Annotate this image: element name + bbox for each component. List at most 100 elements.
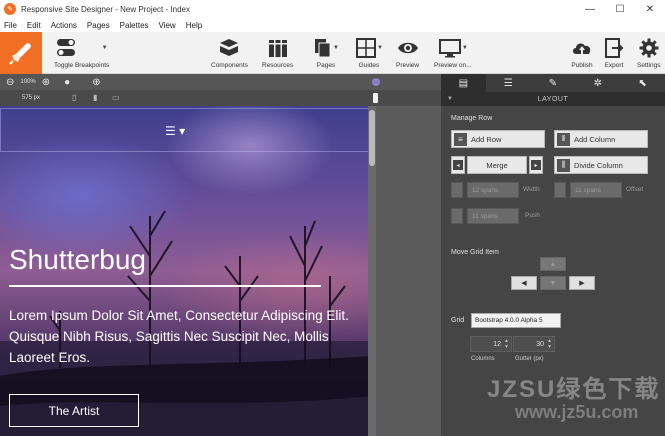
resources-button[interactable]: Resources <box>262 35 293 69</box>
add-row-button[interactable]: ≡ Add Row <box>451 130 545 148</box>
panel-header-title: LAYOUT <box>537 95 569 103</box>
gear-icon <box>638 35 660 61</box>
columns-stepper[interactable]: 12 ▲ ▼ <box>470 336 512 352</box>
preview-on-button[interactable]: ▼ Preview on... <box>434 35 472 69</box>
export-icon <box>603 35 625 61</box>
main-toolbar: ▼ Toggle Breakpoints Components Resource… <box>0 32 665 74</box>
settings-button[interactable]: Settings <box>637 35 661 69</box>
arrow-up-icon: ▲ <box>549 260 557 268</box>
publish-label: Publish <box>571 62 593 69</box>
divide-column-label: Divide Column <box>574 160 623 170</box>
panel-tabs: ▤ ☰ ✎ ✲ ⬉ <box>441 74 665 92</box>
add-breakpoint-icon[interactable]: ⊕ <box>92 77 100 88</box>
window-title: Responsive Site Designer - New Project -… <box>21 4 190 14</box>
move-down-button[interactable]: ▼ <box>540 276 566 290</box>
columns-value: 12 <box>493 340 501 348</box>
tab-layout[interactable]: ▤ <box>441 74 486 92</box>
tab-typography[interactable]: ☰ <box>486 74 531 92</box>
stepper-arrows-icon[interactable]: ▲ ▼ <box>547 338 552 350</box>
tablet-icon[interactable]: ▮ <box>93 93 97 102</box>
menu-file[interactable]: File <box>4 21 17 30</box>
menu-actions[interactable]: Actions <box>51 21 77 30</box>
menu-pages[interactable]: Pages <box>87 21 110 30</box>
canvas-width-readout: 575 px <box>22 95 41 101</box>
divide-column-button[interactable]: ⫼ Divide Column <box>554 156 648 174</box>
add-row-label: Add Row <box>471 134 502 144</box>
components-label: Components <box>211 62 248 69</box>
toggle-icon: ▼ <box>56 35 108 61</box>
columns-label: Columns <box>471 356 495 362</box>
tab-style[interactable]: ✎ <box>531 74 576 92</box>
preview-label: Preview <box>396 62 420 69</box>
move-up-button[interactable]: ▲ <box>540 257 566 271</box>
export-button[interactable]: Export <box>603 35 625 69</box>
phone-icon[interactable]: ▯ <box>72 93 76 102</box>
canvas-scroll-thumb[interactable] <box>369 110 375 166</box>
watermark-url: www.jz5u.com <box>515 402 639 422</box>
chevron-down-icon: ▼ <box>461 45 468 51</box>
hero-divider <box>9 285 321 287</box>
pages-icon: ▼ <box>313 35 339 61</box>
guides-icon: ▼ <box>355 35 383 61</box>
export-label: Export <box>604 62 624 69</box>
breakpoint-marker[interactable] <box>372 78 380 86</box>
maximize-button[interactable]: ☐ <box>605 0 635 18</box>
tab-settings[interactable]: ✲ <box>575 74 620 92</box>
toggle-breakpoints-label: Toggle Breakpoints <box>54 62 110 69</box>
cursor-icon: ⬉ <box>638 77 647 89</box>
zoom-bar: ⊖ 100% ⊕ ● ⊕ <box>0 74 441 90</box>
watermark-text: JZSU绿色下载 <box>487 376 661 403</box>
move-left-button[interactable]: ◀ <box>511 276 537 290</box>
menu-bar: File Edit Actions Pages Palettes View He… <box>0 18 665 32</box>
cloud-upload-icon <box>570 35 594 61</box>
resources-icon <box>267 35 289 61</box>
width-select-value: 12 spans <box>472 186 499 194</box>
desktop-icon[interactable]: ▭ <box>112 93 120 102</box>
menu-palettes[interactable]: Palettes <box>120 21 149 30</box>
page-preview[interactable]: ☰ ▾ Shutterbug Lorem Ipsum Dolor Sit Ame… <box>0 106 372 436</box>
remove-breakpoint-icon[interactable]: ● <box>64 77 70 88</box>
arrow-right-icon: ▶ <box>579 280 585 287</box>
zoom-level: 100% <box>20 79 36 85</box>
width-slider-handle[interactable] <box>373 93 378 103</box>
pages-label: Pages <box>316 62 336 69</box>
menu-view[interactable]: View <box>159 21 176 30</box>
resources-label: Resources <box>262 62 294 69</box>
components-icon <box>218 35 240 61</box>
settings-label: Settings <box>637 62 661 69</box>
the-artist-button[interactable]: The Artist <box>9 394 139 427</box>
add-row-icon: ≡ <box>454 132 467 146</box>
arrow-right-icon: ▸ <box>531 160 541 170</box>
merge-right-button[interactable]: ▸ <box>529 156 543 174</box>
minimize-button[interactable]: — <box>575 0 605 18</box>
merge-button[interactable]: Merge <box>467 156 527 174</box>
merge-label: Merge <box>486 160 508 170</box>
hamburger-menu-icon[interactable]: ☰ ▾ <box>165 124 185 138</box>
stepper-arrows-icon[interactable]: ▲ ▼ <box>504 338 509 350</box>
panel-header[interactable]: ▼ LAYOUT <box>441 92 665 106</box>
push-icon <box>451 208 463 224</box>
close-button[interactable]: ✕ <box>635 0 665 18</box>
zoom-out-icon[interactable]: ⊖ <box>6 77 14 88</box>
width-select[interactable]: 12 spans <box>467 182 519 198</box>
app-logo-icon: ✎ <box>4 3 16 15</box>
push-select[interactable]: 11 spans <box>467 208 519 224</box>
components-button[interactable]: Components <box>211 35 248 69</box>
menu-help[interactable]: Help <box>186 21 202 30</box>
preview-button[interactable]: Preview <box>396 35 419 69</box>
move-right-button[interactable]: ▶ <box>569 276 595 290</box>
publish-button[interactable]: Publish <box>570 35 594 69</box>
pages-button[interactable]: ▼ Pages <box>313 35 339 69</box>
grid-framework-select[interactable]: Bootstrap 4.0.0 Alpha 5 <box>471 313 561 328</box>
guides-button[interactable]: ▼ Guides <box>355 35 383 69</box>
offset-select[interactable]: 11 spans <box>570 182 622 198</box>
add-column-button[interactable]: ⫴ Add Column <box>554 130 648 148</box>
width-label: Width <box>523 186 540 193</box>
zoom-in-icon[interactable]: ⊕ <box>42 77 50 88</box>
toggle-breakpoints-button[interactable]: ▼ Toggle Breakpoints <box>54 35 109 69</box>
gutter-stepper[interactable]: 30 ▲ ▼ <box>513 336 555 352</box>
tab-interaction[interactable]: ⬉ <box>620 74 665 92</box>
merge-left-button[interactable]: ◂ <box>451 156 465 174</box>
menu-edit[interactable]: Edit <box>27 21 41 30</box>
eye-icon <box>397 35 419 61</box>
